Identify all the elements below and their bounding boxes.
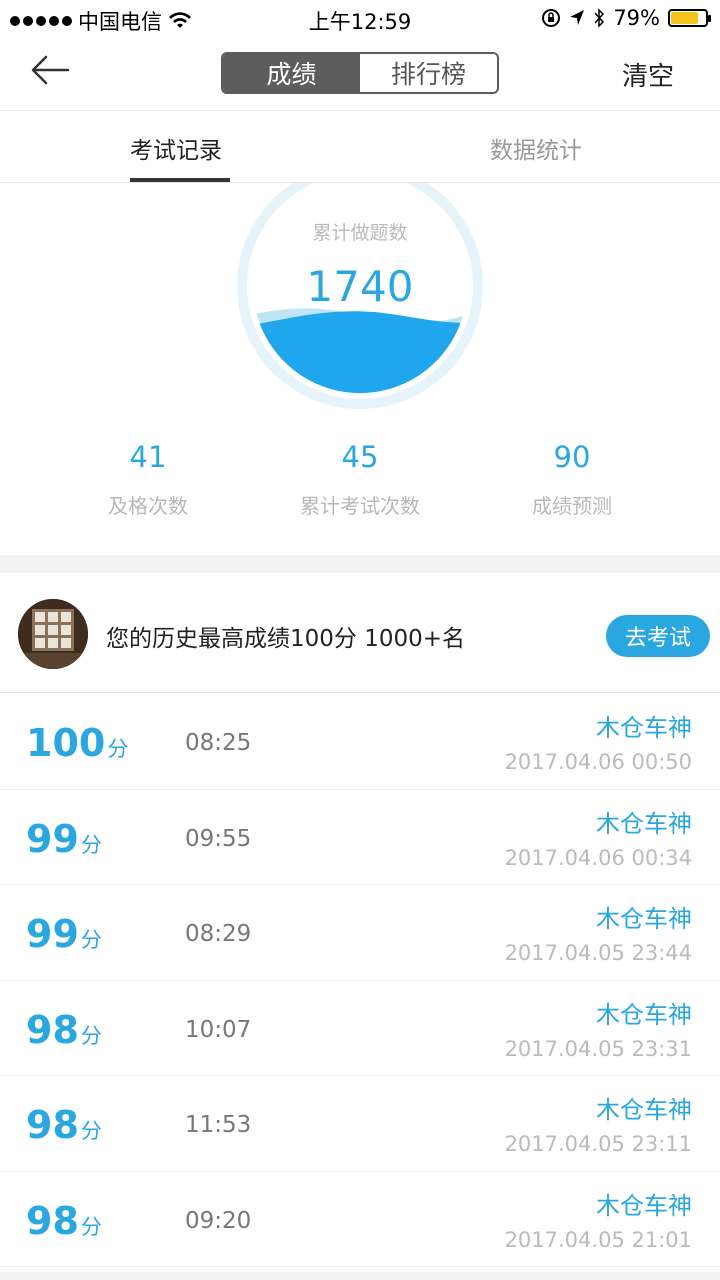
record-duration: 08:29	[185, 921, 252, 947]
record-duration: 09:55	[185, 825, 252, 852]
exam-record-list: 100分 08:25 木仓车神 2017.04.06 00:50 99分 09:…	[0, 694, 720, 1267]
stat-value: 90	[553, 440, 591, 474]
segment-ranking[interactable]: 排行榜	[360, 54, 497, 92]
question-count-gauge: 累计做题数 1740	[234, 160, 486, 412]
stat-value: 45	[341, 440, 379, 474]
record-score: 98分	[26, 1198, 102, 1243]
list-item[interactable]: 99分 09:55 木仓车神 2017.04.06 00:34	[0, 790, 720, 885]
bottom-divider	[0, 1272, 720, 1280]
record-time: 2017.04.06 00:50	[504, 750, 692, 774]
record-duration: 09:20	[185, 1207, 252, 1234]
stat-label: 成绩预测	[532, 494, 612, 518]
record-time: 2017.04.05 23:11	[504, 1132, 692, 1156]
stat-score-prediction: 90 成绩预测	[472, 440, 672, 519]
record-score: 99分	[26, 816, 102, 861]
record-duration: 08:25	[185, 730, 252, 756]
location-icon	[570, 10, 585, 25]
record-score: 98分	[26, 1007, 102, 1052]
stat-label: 及格次数	[108, 494, 188, 518]
record-name: 木仓车神	[596, 1096, 692, 1124]
segment-control: 成绩 排行榜	[221, 52, 499, 94]
record-duration: 11:53	[185, 1112, 252, 1138]
list-item[interactable]: 98分 11:53 木仓车神 2017.04.05 23:11	[0, 1076, 720, 1172]
section-divider	[0, 555, 720, 573]
lock-rotation-icon	[542, 9, 561, 27]
record-name: 木仓车神	[596, 1191, 692, 1220]
record-time: 2017.04.05 21:01	[504, 1227, 692, 1252]
stat-label: 累计考试次数	[300, 494, 420, 518]
gauge-value: 1740	[306, 262, 414, 311]
record-name: 木仓车神	[596, 809, 692, 838]
avatar	[18, 599, 88, 669]
record-name: 木仓车神	[596, 905, 692, 933]
battery-percent: 79%	[613, 6, 660, 30]
tab-underline	[130, 178, 230, 182]
record-name: 木仓车神	[596, 1000, 692, 1029]
status-right: 79%	[541, 6, 711, 30]
record-time: 2017.04.05 23:44	[504, 941, 692, 965]
list-item[interactable]: 98分 09:20 木仓车神 2017.04.05 21:01	[0, 1172, 720, 1267]
list-item[interactable]: 100分 08:25 木仓车神 2017.04.06 00:50	[0, 694, 720, 790]
stat-exam-count: 45 累计考试次数	[260, 440, 460, 519]
record-score: 98分	[26, 1103, 102, 1147]
best-score-text: 您的历史最高成绩100分 1000+名	[106, 626, 466, 652]
list-item[interactable]: 99分 08:29 木仓车神 2017.04.05 23:44	[0, 885, 720, 981]
nav-bar: 成绩 排行榜 清空	[0, 38, 720, 110]
record-name: 木仓车神	[596, 714, 692, 742]
back-arrow-icon	[31, 55, 70, 85]
back-button[interactable]	[30, 52, 80, 92]
best-score-bar: 您的历史最高成绩100分 1000+名 去考试	[0, 573, 720, 693]
stat-value: 41	[129, 440, 167, 474]
list-item[interactable]: 98分 10:07 木仓车神 2017.04.05 23:31	[0, 981, 720, 1076]
stat-pass-count: 41 及格次数	[48, 440, 248, 519]
record-score: 100分	[26, 721, 129, 765]
record-duration: 10:07	[185, 1016, 252, 1043]
gauge-label: 累计做题数	[312, 222, 408, 244]
status-bar: 中国电信 上午12:59 79%	[0, 0, 720, 38]
segment-scores[interactable]: 成绩	[223, 54, 360, 92]
tab-statistics[interactable]: 数据统计	[490, 131, 582, 165]
battery-icon	[668, 9, 711, 27]
record-score: 99分	[26, 912, 102, 956]
take-exam-button[interactable]: 去考试	[606, 615, 710, 657]
battery-fill	[671, 12, 698, 24]
record-time: 2017.04.06 00:34	[504, 845, 692, 870]
clear-button[interactable]: 清空	[622, 56, 674, 93]
record-time: 2017.04.05 23:31	[504, 1036, 692, 1061]
tab-exam-records[interactable]: 考试记录	[130, 131, 222, 165]
bluetooth-icon	[594, 8, 605, 28]
